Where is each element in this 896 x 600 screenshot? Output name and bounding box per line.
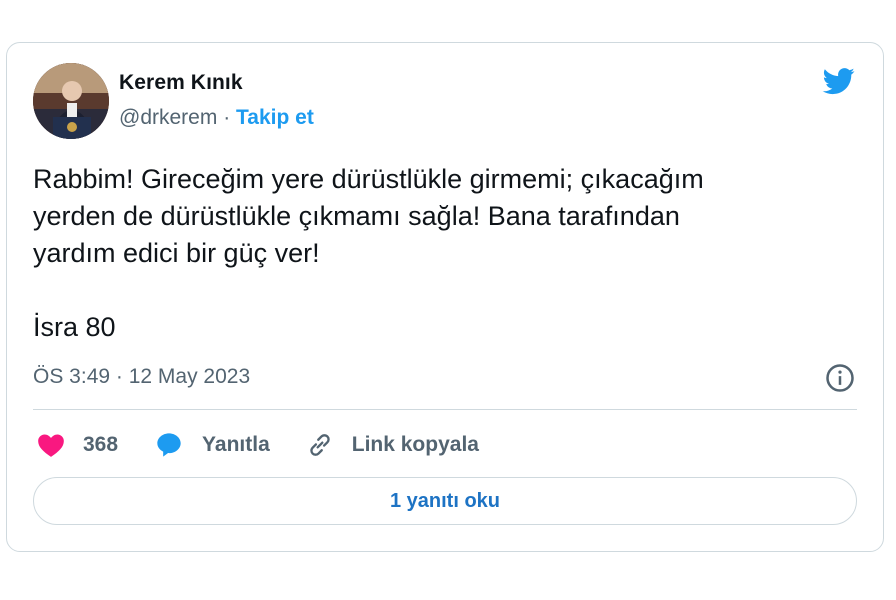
tweet-card: Kerem Kınık @drkerem · Takip et Rabbim! …: [6, 42, 884, 552]
like-button[interactable]: 368: [37, 432, 118, 458]
like-count: 368: [83, 433, 119, 456]
author-meta-row: @drkerem · Takip et: [119, 106, 314, 130]
author-handle[interactable]: @drkerem: [119, 106, 217, 129]
action-bar: 368 Yanıtla Link kopyala: [37, 429, 515, 461]
read-replies-button[interactable]: 1 yanıtı oku: [33, 477, 857, 525]
copy-link-label: Link kopyala: [351, 433, 479, 456]
info-icon[interactable]: [825, 363, 855, 393]
author-name[interactable]: Kerem Kınık: [119, 71, 243, 95]
speech-bubble-icon: [157, 433, 181, 457]
follow-button[interactable]: Takip et: [236, 106, 314, 129]
heart-icon: [38, 434, 64, 457]
avatar[interactable]: [33, 63, 109, 139]
separator-dot: ·: [223, 106, 231, 129]
reply-label: Yanıtla: [202, 433, 270, 456]
divider: [33, 409, 857, 410]
tweet-text: Rabbim! Gireceğim yere dürüstlükle girme…: [33, 164, 704, 342]
link-icon: [310, 434, 330, 456]
reply-button[interactable]: Yanıtla: [154, 431, 270, 459]
copy-link-button[interactable]: Link kopyala: [306, 431, 479, 459]
twitter-bird-icon[interactable]: [821, 65, 857, 97]
tweet-timestamp[interactable]: ÖS 3:49 · 12 May 2023: [33, 365, 250, 389]
